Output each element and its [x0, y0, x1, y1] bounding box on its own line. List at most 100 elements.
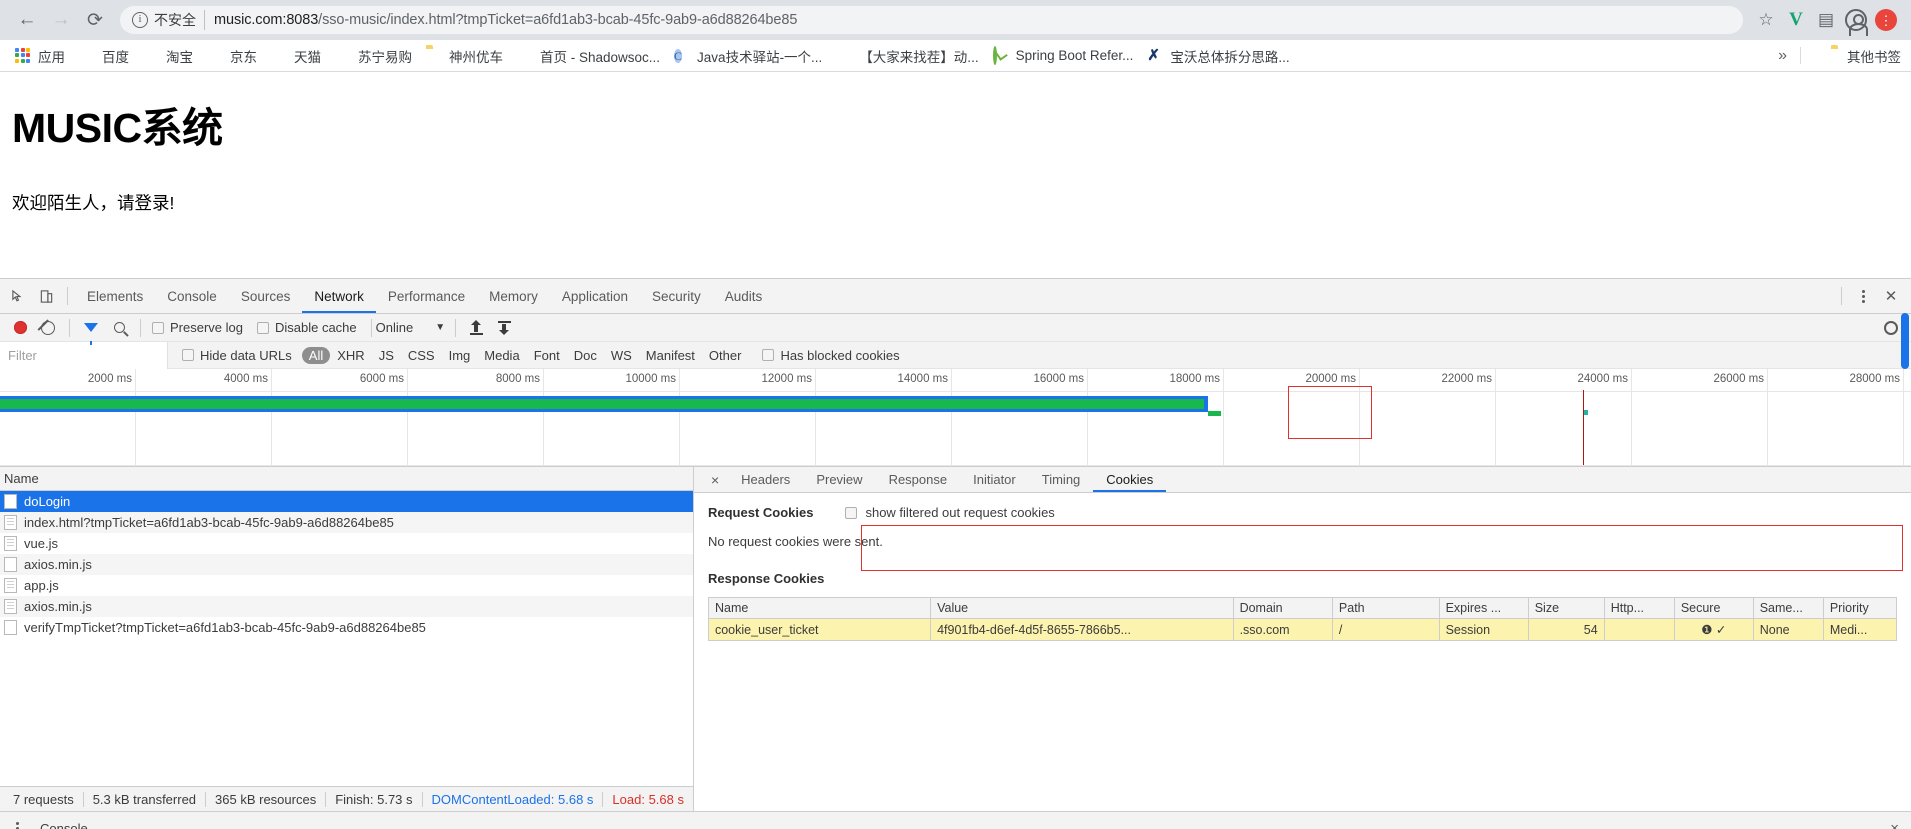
tab-audits[interactable]: Audits — [713, 279, 775, 313]
col-secure[interactable]: Secure — [1673, 597, 1754, 619]
bookmark-suning[interactable]: 苏宁易购 — [328, 44, 419, 68]
tab-console[interactable]: Console — [155, 279, 229, 313]
devtools-more-icon[interactable] — [1849, 282, 1877, 310]
record-button[interactable] — [6, 314, 34, 342]
response-cookies-table[interactable]: Name Value Domain Path Expires ... Size … — [707, 597, 1897, 641]
throttling-select[interactable]: Online ▼ — [376, 320, 445, 335]
col-size[interactable]: Size — [1527, 597, 1605, 619]
avatar[interactable] — [1841, 5, 1871, 36]
table-row[interactable]: doLogin — [0, 491, 693, 512]
table-row[interactable]: axios.min.js — [0, 554, 693, 575]
col-priority[interactable]: Priority — [1822, 597, 1897, 619]
forward-icon[interactable]: → — [44, 3, 78, 37]
bookmark-apps[interactable]: 应用 — [8, 44, 72, 68]
bookmarks-overflow-icon[interactable]: » — [1772, 47, 1793, 65]
hide-data-urls-checkbox[interactable]: Hide data URLs — [182, 348, 292, 363]
checkbox-box[interactable] — [845, 506, 858, 519]
bookmark-baowo[interactable]: ✗ 宝沃总体拆分思路... — [1140, 44, 1296, 68]
search-icon[interactable] — [105, 314, 133, 342]
drawer-close-icon[interactable]: × — [1890, 820, 1899, 829]
col-path[interactable]: Path — [1331, 597, 1440, 619]
tab-network[interactable]: Network — [302, 279, 376, 313]
filter-input[interactable] — [0, 341, 168, 369]
tab-elements[interactable]: Elements — [75, 279, 155, 313]
filter-type-js[interactable]: JS — [372, 347, 401, 364]
table-row[interactable]: index.html?tmpTicket=a6fd1ab3-bcab-45fc-… — [0, 512, 693, 533]
bookmark-zhaocha[interactable]: 【大家来找茬】动... — [829, 44, 985, 68]
col-httponly[interactable]: Http... — [1603, 597, 1675, 619]
detail-tab-response[interactable]: Response — [876, 467, 961, 492]
bookmark-java-station[interactable]: C Java技术驿站-一个... — [667, 44, 829, 68]
bookmark-baidu[interactable]: 百度 — [72, 44, 136, 68]
detail-tab-headers[interactable]: Headers — [728, 467, 803, 492]
network-overview-timeline[interactable]: 2000 ms 4000 ms 6000 ms 8000 ms 10000 ms… — [0, 369, 1911, 467]
back-icon[interactable]: ← — [10, 3, 44, 37]
close-icon[interactable]: × — [702, 473, 728, 487]
bookmark-tmall[interactable]: 天猫 — [264, 44, 328, 68]
devtools-scrollbar-thumb[interactable] — [1901, 313, 1909, 369]
export-har-icon[interactable] — [490, 314, 518, 342]
bookmark-shadowsocks[interactable]: 首页 - Shadowsoc... — [510, 44, 667, 68]
extension-v-icon[interactable]: V — [1781, 5, 1811, 35]
col-value[interactable]: Value — [930, 597, 1234, 619]
address-bar[interactable]: i 不安全 music.com:8083/sso-music/index.htm… — [120, 6, 1743, 34]
has-blocked-cookies-checkbox[interactable]: Has blocked cookies — [762, 348, 900, 363]
tab-application[interactable]: Application — [550, 279, 640, 313]
detail-tab-preview[interactable]: Preview — [803, 467, 875, 492]
filter-type-media[interactable]: Media — [477, 347, 526, 364]
bookmark-star-icon[interactable]: ☆ — [1751, 5, 1781, 35]
filter-type-other[interactable]: Other — [702, 347, 749, 364]
filter-type-font[interactable]: Font — [527, 347, 567, 364]
filter-type-manifest[interactable]: Manifest — [639, 347, 702, 364]
col-name[interactable]: Name — [707, 597, 932, 619]
import-har-icon[interactable] — [462, 314, 490, 342]
bookmark-shenzhouyouche[interactable]: 神州优车 — [419, 44, 510, 68]
filter-type-all[interactable]: All — [301, 346, 331, 364]
inspect-element-icon[interactable] — [4, 282, 32, 310]
col-expires[interactable]: Expires ... — [1438, 597, 1529, 619]
filter-type-ws[interactable]: WS — [604, 347, 639, 364]
request-list[interactable]: doLogin index.html?tmpTicket=a6fd1ab3-bc… — [0, 491, 693, 786]
bookmark-taobao[interactable]: 淘宝 — [136, 44, 200, 68]
checkbox-box[interactable] — [152, 321, 164, 334]
chevron-down-icon[interactable]: ▼ — [435, 322, 445, 333]
device-toolbar-icon[interactable] — [32, 282, 60, 310]
detail-tab-timing[interactable]: Timing — [1029, 467, 1094, 492]
filter-type-xhr[interactable]: XHR — [330, 347, 371, 364]
preserve-log-checkbox[interactable]: Preserve log — [152, 320, 243, 335]
tab-performance[interactable]: Performance — [376, 279, 477, 313]
reading-list-icon[interactable]: ▤ — [1811, 5, 1841, 35]
detail-tab-cookies[interactable]: Cookies — [1093, 467, 1166, 492]
table-row[interactable]: axios.min.js — [0, 596, 693, 617]
clear-button[interactable] — [34, 314, 62, 342]
checkbox-box[interactable] — [182, 349, 194, 361]
request-column-header[interactable]: Name — [0, 467, 693, 491]
table-row[interactable]: verifyTmpTicket?tmpTicket=a6fd1ab3-bcab-… — [0, 617, 693, 638]
checkbox-box[interactable] — [256, 321, 269, 334]
filter-type-img[interactable]: Img — [442, 347, 478, 364]
bookmark-spring-boot[interactable]: Spring Boot Refer... — [986, 44, 1141, 68]
table-row[interactable]: vue.js — [0, 533, 693, 554]
filter-icon[interactable] — [77, 314, 105, 345]
other-bookmarks-button[interactable]: 其他书签 — [1831, 46, 1901, 66]
tab-security[interactable]: Security — [640, 279, 713, 313]
reload-icon[interactable]: ⟳ — [78, 3, 112, 37]
filter-type-doc[interactable]: Doc — [567, 347, 604, 364]
bookmark-jd[interactable]: 京东 — [200, 44, 264, 68]
table-row[interactable]: app.js — [0, 575, 693, 596]
tab-sources[interactable]: Sources — [229, 279, 303, 313]
site-info-icon[interactable]: i — [132, 12, 148, 28]
table-row[interactable]: cookie_user_ticket 4f901fb4-d6ef-4d5f-86… — [707, 618, 1897, 641]
chrome-menu-icon[interactable]: ⋮ — [1871, 5, 1901, 35]
tab-memory[interactable]: Memory — [477, 279, 550, 313]
col-domain[interactable]: Domain — [1232, 597, 1333, 619]
show-filtered-cookies-checkbox[interactable]: show filtered out request cookies — [845, 505, 1055, 520]
devtools-close-icon[interactable]: ✕ — [1877, 282, 1905, 310]
drawer-more-icon[interactable] — [8, 820, 26, 829]
disable-cache-checkbox[interactable]: Disable cache — [256, 320, 357, 335]
col-samesite[interactable]: Same... — [1752, 597, 1824, 619]
checkbox-box[interactable] — [762, 349, 775, 361]
filter-type-css[interactable]: CSS — [401, 347, 442, 364]
drawer-tab-console[interactable]: Console — [40, 821, 88, 829]
detail-tab-initiator[interactable]: Initiator — [960, 467, 1029, 492]
